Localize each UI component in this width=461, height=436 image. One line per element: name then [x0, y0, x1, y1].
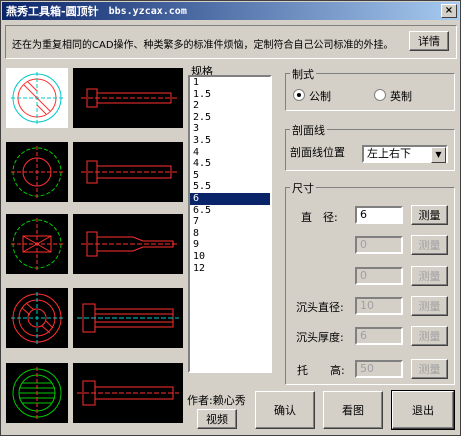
pin-side-view-icon: [81, 88, 177, 108]
spec-list-item[interactable]: 3: [190, 123, 270, 135]
spec-list-item[interactable]: 3.5: [190, 135, 270, 147]
flat-pin-front-icon: [11, 146, 63, 198]
measure-lift-height-button[interactable]: 测量: [411, 359, 448, 379]
exit-button[interactable]: 退出: [391, 390, 455, 430]
thumbnail-sleeve-front[interactable]: [6, 288, 68, 348]
lift-height-label: 托 高:: [297, 364, 345, 377]
confirm-button[interactable]: 确认: [255, 391, 315, 429]
metric-radio[interactable]: [293, 89, 305, 101]
diameter-field[interactable]: 6: [355, 206, 403, 224]
spec-list-item[interactable]: 6.5: [190, 205, 270, 217]
spec-list-item[interactable]: 10: [190, 251, 270, 263]
forum-url: bbs.yzcax.com: [108, 5, 187, 17]
thumbnail-round-selected[interactable]: [6, 68, 68, 128]
notice-text: 还在为重复相同的CAD操作、种类繁多的标准件烦恼，定制符合自己公司标准的外挂。: [12, 40, 394, 51]
view-drawing-button[interactable]: 看图: [323, 391, 383, 429]
spec-list-item[interactable]: 6: [190, 192, 270, 205]
hatched-side-icon: [77, 380, 179, 406]
round-pin-preview-icon: [11, 72, 63, 124]
head-thickness-label: 沉头厚度:: [296, 331, 344, 344]
thumbnail-stepped-front[interactable]: [6, 214, 68, 274]
thumbnail-round-side[interactable]: [73, 68, 183, 128]
spec-list-item[interactable]: 1: [190, 77, 270, 89]
hatch-position-value: 左上右下: [367, 147, 411, 160]
measure-diameter-button[interactable]: 测量: [411, 205, 448, 225]
system-legend: 制式: [290, 66, 316, 82]
stepped-pin-front-icon: [11, 218, 63, 270]
hatch-position-select[interactable]: 左上右下 ▼: [362, 145, 448, 163]
thumbnail-flat-front[interactable]: [6, 142, 68, 202]
video-button[interactable]: 视频: [197, 409, 237, 429]
measure-head-thickness-button[interactable]: 测量: [411, 326, 448, 346]
sleeve-side-icon: [77, 303, 179, 333]
thumbnail-flat-side[interactable]: [73, 142, 183, 202]
spec-list-item[interactable]: 5.5: [190, 181, 270, 193]
lift-height-field[interactable]: 50: [355, 360, 403, 378]
spec-list-item[interactable]: 4: [190, 147, 270, 159]
thumbnail-stepped-side[interactable]: [73, 214, 183, 274]
notice-panel: 还在为重复相同的CAD操作、种类繁多的标准件烦恼，定制符合自己公司标准的外挂。: [5, 25, 457, 59]
measure-field2-button[interactable]: 测量: [411, 235, 448, 255]
stepped-pin-side-icon: [81, 231, 177, 257]
spec-list-item[interactable]: 1.5: [190, 89, 270, 101]
thumbnail-sleeve-side[interactable]: [73, 288, 183, 348]
thumbnail-hatched-side[interactable]: [73, 363, 183, 423]
measure-head-diameter-button[interactable]: 测量: [411, 296, 448, 316]
size-legend: 尺寸: [290, 180, 316, 196]
flat-pin-side-icon: [81, 160, 177, 184]
spec-list[interactable]: 1 1.5 2 2.5 3 3.5 4 4.5 5 5.5 6 6.5 7 8 9 10 12: [188, 75, 272, 373]
metric-label[interactable]: 公制: [309, 88, 331, 104]
hatched-front-icon: [12, 367, 62, 419]
spec-list-item[interactable]: 4.5: [190, 158, 270, 170]
details-button[interactable]: 详情: [409, 31, 449, 51]
spec-list-item[interactable]: 7: [190, 216, 270, 228]
hatch-position-label: 剖面线位置: [290, 146, 345, 159]
chevron-down-icon[interactable]: ▼: [431, 147, 446, 163]
thumbnail-hatched-front[interactable]: [6, 363, 68, 423]
spec-list-item[interactable]: 9: [190, 239, 270, 251]
dimension-field-2[interactable]: 0: [355, 236, 403, 254]
main-window: 燕秀工具箱-圆顶针 bbs.yzcax.com × 还在为重复相同的CAD操作、…: [0, 0, 461, 436]
window-title: 燕秀工具箱-圆顶针: [6, 5, 99, 18]
head-thickness-field[interactable]: 6: [355, 327, 403, 345]
imperial-radio[interactable]: [374, 89, 386, 101]
measure-field3-button[interactable]: 测量: [411, 266, 448, 286]
imperial-label[interactable]: 英制: [390, 88, 412, 104]
author-label: 作者:赖心秀: [187, 394, 246, 407]
spec-list-item[interactable]: 8: [190, 228, 270, 240]
spec-list-item[interactable]: 2.5: [190, 112, 270, 124]
spec-list-item[interactable]: 2: [190, 100, 270, 112]
hatch-legend: 剖面线: [290, 122, 327, 138]
head-diameter-field[interactable]: 10: [355, 297, 403, 315]
diameter-label: 直 径:: [301, 211, 338, 224]
dimension-field-3[interactable]: 0: [355, 267, 403, 285]
close-button[interactable]: ×: [441, 4, 457, 18]
sleeve-front-icon: [11, 292, 63, 344]
title-bar: 燕秀工具箱-圆顶针 bbs.yzcax.com ×: [2, 2, 459, 20]
spec-list-item[interactable]: 5: [190, 170, 270, 182]
spec-list-item[interactable]: 12: [190, 263, 270, 275]
head-diameter-label: 沉头直径:: [296, 301, 344, 314]
